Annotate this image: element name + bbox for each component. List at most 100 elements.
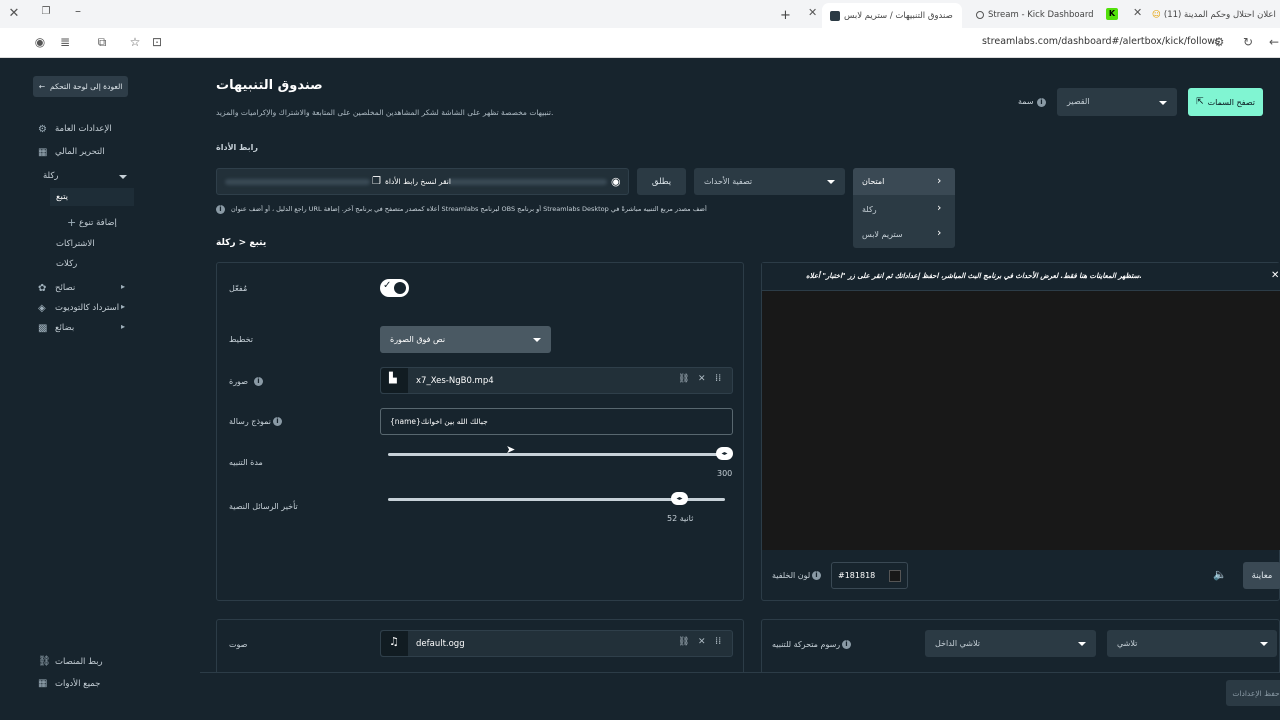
info-icon[interactable]: i [1037, 98, 1046, 107]
chevron-right-icon: › [937, 174, 942, 187]
clear-icon[interactable]: ✕ [698, 637, 706, 647]
alert-duration-slider-handle[interactable]: ◂▸ [716, 447, 733, 460]
sidebar-item-merch[interactable]: بضائع [55, 323, 74, 333]
text-delay-slider-handle[interactable]: ◂▸ [671, 492, 688, 505]
alert-duration-label: مدة التنبيه [229, 458, 263, 467]
back-label: العودة إلى لوحة التحكم [49, 82, 123, 91]
translate-icon[interactable]: ⊡ [149, 35, 165, 49]
back-arrow-icon[interactable]: ← [1266, 35, 1280, 49]
globe-icon [976, 11, 984, 19]
sidebar-item-follows[interactable]: يتبع [56, 192, 68, 202]
color-swatch[interactable] [889, 570, 901, 582]
preview-notice-bar: ستظهر المعاينات هنا فقط. لعرض الأحداث في… [762, 263, 1280, 291]
site-settings-icon[interactable]: ⚙ [1211, 35, 1227, 49]
bookmark-star-icon[interactable]: ☆ [127, 35, 143, 49]
chevron-down-icon [1159, 101, 1167, 105]
tab-news[interactable]: ☺ (11) اعلان احتلال وحكم المدينة [1148, 4, 1280, 26]
link-icon[interactable]: ⛓ [678, 374, 689, 384]
restore-icon[interactable]: ❐ [38, 6, 54, 17]
tab-close-icon[interactable]: ✕ [1133, 6, 1142, 19]
theme-select-value: القصير [1067, 97, 1090, 106]
animation-label: رسوم متحركة للتنبيه [772, 640, 841, 649]
test-menu-title: امتحان [862, 177, 885, 186]
preview-button[interactable]: معاينة [1243, 562, 1280, 589]
extensions-icon[interactable]: ⧉ [94, 35, 110, 50]
widget-url-help-text: راجع الدليل ، أو أضف عنوان URL أعلاه كمص… [231, 205, 707, 213]
chevron-right-icon: › [937, 201, 942, 214]
sidebar-item-connect-platforms[interactable]: ربط المنصات [55, 657, 103, 667]
sidebar-item-general[interactable]: الإعدادات العامة [55, 124, 112, 134]
sidebar-item-all-tools[interactable]: جميع الأدوات [55, 679, 100, 689]
back-to-dashboard-button[interactable]: ← العودة إلى لوحة التحكم [33, 76, 128, 97]
widget-url-field[interactable]: ❐ انقر لنسخ رابط الأداة ◉ [216, 168, 629, 195]
tab-close-icon[interactable]: ✕ [808, 6, 817, 19]
speaker-icon[interactable]: 🔈 [1213, 568, 1227, 581]
bg-color-value: #181818 [838, 571, 876, 580]
chevron-down-icon [119, 175, 127, 179]
message-template-input[interactable]: {name}جبالك الله بين اخوانك [380, 408, 733, 435]
tab-title: Stream - Kick Dashboard [988, 10, 1094, 20]
info-icon[interactable]: i [812, 571, 821, 580]
grid-icon[interactable]: ⁞⁞ [715, 636, 721, 647]
streamlabs-favicon-icon [830, 10, 840, 21]
tab-alertbox[interactable]: صندوق التنبيهات / ستريم لابس [822, 3, 962, 28]
layout-label: تخطيط [229, 335, 253, 344]
copy-url-label[interactable]: انقر لنسخ رابط الأداة [385, 177, 451, 186]
new-tab-button[interactable]: + [780, 4, 794, 26]
test-menu-item-kick[interactable]: ركلة [862, 205, 877, 214]
animation-in-select[interactable]: تلاشي الداخل [925, 630, 1096, 657]
chevron-down-icon [1260, 642, 1268, 646]
info-icon[interactable]: i [273, 417, 282, 426]
refund-icon: ◈ [38, 303, 46, 314]
widget-url-label: رابط الأداة [216, 143, 258, 152]
theme-select[interactable]: القصير [1057, 88, 1177, 116]
link-icon: ⛓ [38, 656, 51, 667]
copy-icon: ❐ [372, 176, 381, 187]
launch-button[interactable]: يطلق [637, 168, 686, 195]
event-filter-select[interactable]: تصفية الأحداث [694, 168, 845, 195]
sidebar-item-kicks[interactable]: ركلات [56, 259, 77, 269]
grid-icon[interactable]: ⁞⁞ [715, 373, 721, 384]
toggle-knob [394, 282, 406, 294]
sidebar-item-subscriptions[interactable]: الاشتراكات [56, 239, 95, 249]
profile-icon[interactable]: ◉ [32, 35, 48, 49]
blurred-url-left [225, 179, 370, 185]
animation-panel: رسوم متحركة للتنبيه i تلاشي الداخل تلاشي [761, 619, 1280, 679]
reload-icon[interactable]: ↻ [1240, 35, 1256, 49]
close-icon[interactable]: ✕ [6, 6, 22, 21]
close-icon[interactable]: ✕ [1271, 270, 1279, 281]
browse-themes-button[interactable]: ⇱ تصفح السمات [1188, 88, 1263, 116]
sound-file-field[interactable]: ♫ default.ogg ⛓ ✕ ⁞⁞ [380, 630, 733, 657]
reading-list-icon[interactable]: ≣ [57, 35, 73, 49]
blurred-url-right [447, 179, 607, 185]
chevron-down-icon [1078, 642, 1086, 646]
sidebar-item-kick[interactable]: ركلة [43, 171, 59, 181]
sidebar-item-financial[interactable]: التحرير المالي [55, 147, 105, 157]
animation-out-select[interactable]: تلاشي [1107, 630, 1277, 657]
breadcrumb: يتبع < ركلة [216, 238, 267, 248]
text-delay-label: تأخير الرسائل النصية [229, 502, 298, 511]
sidebar-item-tips[interactable]: نصائح [55, 283, 75, 293]
bg-color-input[interactable]: #181818 [831, 562, 908, 589]
minimize-icon[interactable]: – [70, 4, 86, 18]
sidebar-item-refund[interactable]: استرداد كالتوديوت [55, 303, 119, 313]
check-icon: ✓ [383, 280, 392, 291]
test-menu-item-streamlabs[interactable]: ستريم لابس [862, 230, 903, 239]
eye-icon[interactable]: ◉ [611, 175, 621, 188]
music-icon-box: ♫ [381, 631, 408, 656]
alert-duration-value: 300 [717, 469, 733, 478]
image-file-field[interactable]: ▙ x7_Xes-NgB0.mp4 ⛓ ✕ ⁞⁞ [380, 367, 733, 394]
link-icon[interactable]: ⛓ [678, 637, 689, 647]
kick-favicon-icon[interactable]: K [1106, 8, 1118, 20]
info-icon: i [216, 205, 225, 214]
tab-kick-dashboard[interactable]: Stream - Kick Dashboard [970, 4, 1100, 26]
info-icon[interactable]: i [254, 377, 263, 386]
layout-select[interactable]: نص فوق الصورة [380, 326, 551, 353]
gear-icon: ⚙ [38, 124, 47, 135]
enabled-toggle[interactable]: ✓ [380, 279, 409, 297]
info-icon[interactable]: i [842, 640, 851, 649]
sidebar-item-add-variation[interactable]: إضافة تنوع [79, 218, 117, 228]
save-settings-button[interactable]: حفظ الإعدادات [1226, 680, 1280, 706]
clear-icon[interactable]: ✕ [698, 374, 706, 384]
url-text[interactable]: streamlabs.com/dashboard#/alertbox/kick/… [982, 36, 1220, 47]
